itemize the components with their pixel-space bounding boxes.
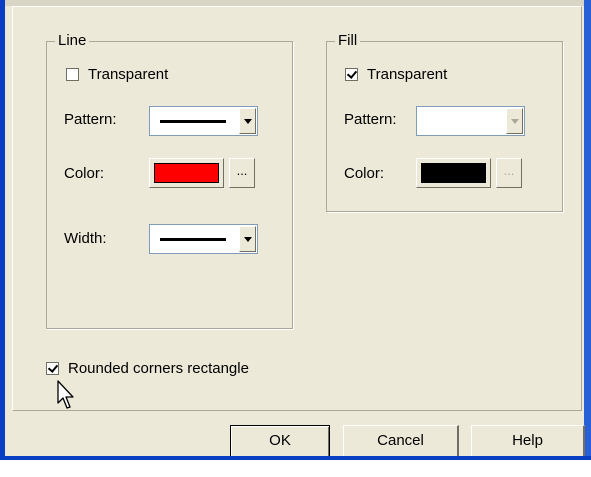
line-color-more-button[interactable]: ... bbox=[229, 158, 255, 188]
chevron-down-icon[interactable] bbox=[239, 226, 256, 252]
line-group-title: Line bbox=[55, 32, 90, 49]
fill-transparent-label: Transparent bbox=[367, 66, 448, 83]
mouse-pointer-icon bbox=[57, 380, 74, 409]
rounded-check-icon[interactable] bbox=[46, 362, 59, 375]
line-pattern-sample bbox=[160, 120, 226, 123]
line-transparent-checkbox[interactable]: Transparent bbox=[66, 66, 168, 83]
fill-group-title: Fill bbox=[335, 32, 361, 49]
line-width-sample bbox=[160, 238, 226, 241]
line-pattern-label: Pattern: bbox=[64, 111, 117, 128]
rounded-corners-label: Rounded corners rectangle bbox=[68, 360, 249, 377]
fill-transparent-check-icon[interactable] bbox=[345, 68, 358, 81]
line-color-swatch bbox=[154, 163, 219, 183]
fill-pattern-label: Pattern: bbox=[344, 111, 397, 128]
line-transparent-label: Transparent bbox=[88, 66, 169, 83]
fill-pattern-select[interactable] bbox=[416, 106, 525, 136]
window-left-border bbox=[0, 0, 5, 477]
line-color-label: Color: bbox=[64, 165, 105, 182]
rounded-corners-checkbox[interactable]: Rounded corners rectangle bbox=[46, 360, 249, 377]
chevron-down-icon[interactable] bbox=[239, 108, 256, 134]
line-width-label: Width: bbox=[64, 230, 107, 247]
ok-button[interactable]: OK bbox=[230, 425, 330, 458]
line-width-select[interactable] bbox=[149, 224, 258, 254]
window-right-border bbox=[584, 0, 591, 477]
cancel-button[interactable]: Cancel bbox=[343, 425, 459, 458]
fill-color-more-button[interactable]: ... bbox=[496, 158, 522, 188]
fill-color-label: Color: bbox=[344, 165, 385, 182]
line-pattern-select[interactable] bbox=[149, 106, 258, 136]
chevron-down-icon[interactable] bbox=[506, 108, 523, 134]
line-transparent-check-icon[interactable] bbox=[66, 68, 79, 81]
help-button[interactable]: Help bbox=[471, 425, 585, 458]
fill-color-button[interactable] bbox=[416, 158, 491, 188]
line-color-button[interactable] bbox=[149, 158, 224, 188]
window-bottom-border bbox=[0, 456, 591, 477]
fill-transparent-checkbox[interactable]: Transparent bbox=[345, 66, 447, 83]
fill-color-swatch bbox=[421, 163, 486, 183]
